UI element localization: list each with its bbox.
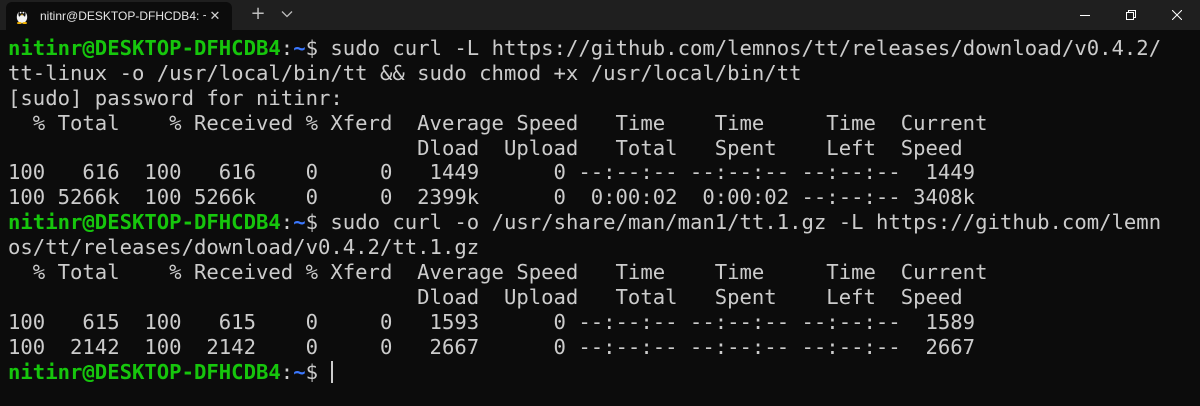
restore-icon[interactable] — [1108, 0, 1154, 30]
output-line: 100 616 100 616 0 0 1449 0 --:--:-- --:-… — [8, 160, 976, 185]
prompt-line: nitinr@DESKTOP-DFHCDB4:~$ — [8, 360, 1161, 385]
prompt-separator: : — [280, 36, 294, 60]
output-line: Dload Upload Total Spent Left Speed — [8, 284, 963, 309]
prompt-user-host: nitinr@DESKTOP-DFHCDB4 — [8, 36, 281, 60]
prompt-user-host: nitinr@DESKTOP-DFHCDB4 — [8, 210, 281, 235]
tab-title: nitinr@DESKTOP-DFHCDB4: ~ — [40, 9, 206, 23]
output-line: Dload Upload Total Spent Left Speed — [8, 135, 963, 160]
prompt-symbol: $ — [305, 36, 331, 60]
terminal-tab[interactable]: nitinr@DESKTOP-DFHCDB4: ~ ✕ — [6, 2, 232, 30]
prompt-separator: : — [280, 359, 294, 384]
output-line: % Total % Received % Xferd Average Speed… — [8, 110, 988, 135]
close-window-icon[interactable] — [1154, 0, 1200, 30]
linux-tux-icon — [14, 8, 30, 24]
prompt-line: nitinr@DESKTOP-DFHCDB4:~$ sudo curl -o /… — [8, 210, 1161, 235]
output-line: 100 615 100 615 0 0 1593 0 --:--:-- --:-… — [8, 309, 976, 334]
prompt-path: ~ — [293, 210, 306, 235]
close-tab-icon[interactable]: ✕ — [206, 9, 224, 24]
window-controls — [1062, 0, 1200, 30]
prompt-path: ~ — [293, 359, 306, 384]
prompt-path: ~ — [293, 36, 306, 60]
output-line: tt-linux -o /usr/local/bin/tt && sudo ch… — [8, 60, 802, 85]
command-text: sudo curl -o /usr/share/man/man1/tt.1.gz… — [330, 210, 1162, 235]
prompt-symbol: $ — [305, 359, 331, 384]
output-line: 100 2142 100 2142 0 0 2667 0 --:--:-- --… — [8, 334, 976, 359]
chevron-down-icon[interactable] — [279, 6, 295, 22]
output-line: 100 5266k 100 5266k 0 0 2399k 0 0:00:02 … — [8, 185, 976, 210]
command-text: sudo curl -L https://github.com/lemnos/t… — [330, 36, 1162, 60]
prompt-user-host: nitinr@DESKTOP-DFHCDB4 — [8, 359, 281, 384]
text-cursor — [331, 360, 334, 383]
terminal-output[interactable]: nitinr@DESKTOP-DFHCDB4:~$ sudo curl -L h… — [8, 36, 1161, 384]
prompt-symbol: $ — [305, 210, 331, 235]
output-line: [sudo] password for nitinr: — [8, 85, 343, 110]
output-line: os/tt/releases/download/v0.4.2/tt.1.gz — [8, 235, 480, 260]
new-tab-button[interactable]: + — [248, 4, 268, 24]
prompt-line: nitinr@DESKTOP-DFHCDB4:~$ sudo curl -L h… — [8, 36, 1161, 61]
minimize-icon[interactable] — [1062, 0, 1108, 30]
title-bar: nitinr@DESKTOP-DFHCDB4: ~ ✕ + — [0, 0, 1200, 30]
output-line: % Total % Received % Xferd Average Speed… — [8, 260, 988, 285]
prompt-separator: : — [280, 210, 294, 235]
